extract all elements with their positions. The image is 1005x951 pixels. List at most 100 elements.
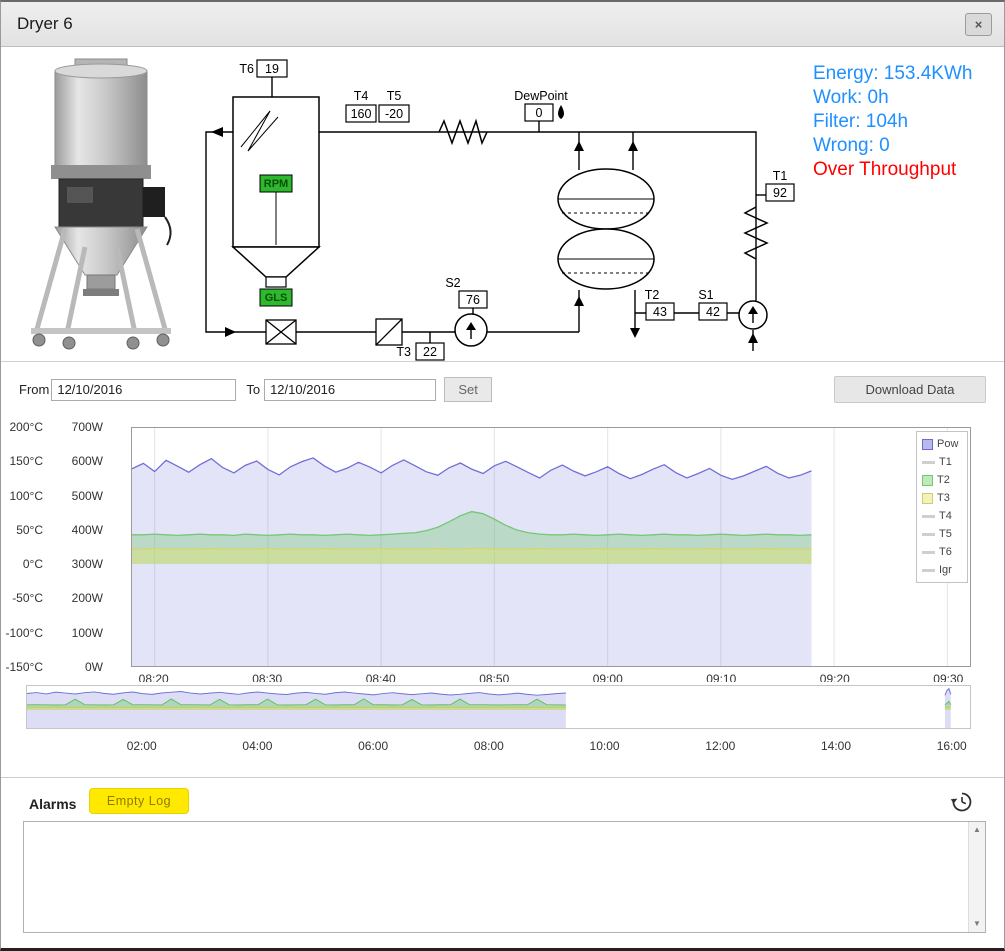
legend-item-T4[interactable]: T4 — [922, 507, 967, 525]
legend-item-T1[interactable]: T1 — [922, 453, 967, 471]
legend-label: T1 — [939, 456, 952, 468]
legend-item-Igr[interactable]: Igr — [922, 561, 967, 579]
filter-symbol — [376, 319, 402, 345]
y-tick-label: 200°C — [10, 420, 44, 434]
from-date-input[interactable] — [51, 379, 236, 401]
droplet-icon — [558, 105, 564, 119]
legend-label: T6 — [939, 546, 952, 558]
svg-text:S2: S2 — [445, 276, 460, 290]
y-tick-label: 50°C — [16, 523, 43, 537]
legend-label: Igr — [939, 564, 952, 576]
legend-swatch-icon — [922, 439, 933, 450]
legend-swatch-icon — [922, 461, 935, 464]
alarms-panel: Alarms Empty Log ▲ ▼ — [1, 777, 1005, 951]
nav-tick-label: 12:00 — [696, 739, 744, 753]
svg-text:-20: -20 — [385, 107, 403, 121]
legend-label: T4 — [939, 510, 952, 522]
main-chart[interactable]: Pow T1 T2 T3 T4 T5 T6 Igr — [131, 427, 971, 667]
y-tick-label: 200W — [72, 591, 103, 605]
sensor-T1: T1 92 — [766, 169, 794, 201]
blower-s2-symbol — [455, 314, 487, 346]
nav-tick-label: 16:00 — [928, 739, 976, 753]
navigator-panel: 02:00 04:00 06:00 08:00 10:00 12:00 14:00 16:00 — [1, 682, 1005, 777]
download-data-button[interactable]: Download Data — [834, 376, 986, 403]
legend-label: T2 — [937, 474, 950, 486]
to-date-input[interactable] — [264, 379, 436, 401]
y-tick-label: 500W — [72, 489, 103, 503]
legend-item-T6[interactable]: T6 — [922, 543, 967, 561]
energy-status: Energy: 153.4KWh — [813, 62, 972, 86]
navigator-chart[interactable] — [26, 685, 971, 729]
diagram-panel: T6 19 T4 160 T5 -20 DewPoint 0 — [1, 47, 1005, 362]
svg-text:43: 43 — [653, 305, 667, 319]
svg-text:0: 0 — [536, 106, 543, 120]
y-tick-label: -150°C — [6, 660, 43, 674]
nav-tick-label: 02:00 — [118, 739, 166, 753]
legend-item-T2[interactable]: T2 — [922, 471, 967, 489]
legend-swatch-icon — [922, 551, 935, 554]
rpm-indicator: RPM — [260, 175, 292, 192]
sensor-T3: T3 22 — [396, 343, 444, 360]
status-block: Energy: 153.4KWh Work: 0h Filter: 104h W… — [813, 62, 972, 182]
legend-item-T3[interactable]: T3 — [922, 489, 967, 507]
nav-tick-label: 08:00 — [465, 739, 513, 753]
desiccant-towers — [558, 169, 654, 289]
title-bar: Dryer 6 × — [1, 2, 1004, 47]
legend-item-Pow[interactable]: Pow — [922, 435, 967, 453]
svg-text:T1: T1 — [773, 169, 788, 183]
empty-log-button[interactable]: Empty Log — [89, 788, 189, 814]
svg-text:T2: T2 — [645, 288, 660, 302]
sensor-T6: T6 19 — [239, 60, 287, 77]
y-tick-label: 400W — [72, 523, 103, 537]
set-button[interactable]: Set — [444, 377, 492, 402]
gls-indicator: GLS — [260, 289, 292, 306]
close-button[interactable]: × — [965, 13, 992, 36]
y-tick-label: 0W — [85, 660, 103, 674]
work-status: Work: 0h — [813, 86, 972, 110]
y-tick-label: 100°C — [10, 489, 44, 503]
power-axis-labels: 700W600W500W400W300W200W100W0W — [49, 427, 105, 667]
svg-text:42: 42 — [706, 305, 720, 319]
svg-text:T6: T6 — [239, 62, 254, 76]
legend-swatch-icon — [922, 493, 933, 504]
y-tick-label: 700W — [72, 420, 103, 434]
controls-bar: From To Set Download Data — [1, 362, 1005, 417]
legend-item-T5[interactable]: T5 — [922, 525, 967, 543]
legend-label: T3 — [937, 492, 950, 504]
sensor-T2: T2 43 — [645, 288, 674, 320]
wrong-status: Wrong: 0 — [813, 134, 972, 158]
scroll-up-arrow[interactable]: ▲ — [969, 822, 985, 838]
y-tick-label: 600W — [72, 454, 103, 468]
scroll-down-arrow[interactable]: ▼ — [969, 916, 985, 932]
svg-text:92: 92 — [773, 186, 787, 200]
y-tick-label: 150°C — [10, 454, 44, 468]
nav-tick-label: 04:00 — [233, 739, 281, 753]
svg-text:22: 22 — [423, 345, 437, 359]
sensor-T5: T5 -20 — [379, 89, 409, 122]
nav-tick-label: 14:00 — [812, 739, 860, 753]
sensor-S2: S2 76 — [445, 276, 487, 308]
window-title: Dryer 6 — [17, 14, 73, 34]
alarm-log-scrollbar[interactable]: ▲ ▼ — [968, 822, 985, 932]
nav-tick-label: 10:00 — [581, 739, 629, 753]
sensor-T4: T4 160 — [346, 89, 376, 122]
legend-label: T5 — [939, 528, 952, 540]
dryer-window: Dryer 6 × — [0, 0, 1005, 951]
nav-tick-label: 06:00 — [349, 739, 397, 753]
svg-text:DewPoint: DewPoint — [514, 89, 568, 103]
svg-text:76: 76 — [466, 293, 480, 307]
svg-text:GLS: GLS — [265, 292, 288, 304]
svg-text:T4: T4 — [354, 89, 369, 103]
legend-swatch-icon — [922, 515, 935, 518]
close-icon: × — [975, 17, 983, 32]
chart-legend: Pow T1 T2 T3 T4 T5 T6 Igr — [916, 431, 968, 583]
sensor-S1: S1 42 — [698, 288, 727, 320]
chart-panel: 200°C150°C100°C50°C0°C-50°C-100°C-150°C … — [1, 417, 1005, 682]
y-tick-label: 0°C — [23, 557, 43, 571]
alarm-history-icon[interactable] — [950, 790, 974, 814]
y-tick-label: 100W — [72, 626, 103, 640]
legend-swatch-icon — [922, 533, 935, 536]
svg-text:S1: S1 — [698, 288, 713, 302]
filter-status: Filter: 104h — [813, 110, 972, 134]
alarm-log[interactable]: ▲ ▼ — [23, 821, 986, 933]
